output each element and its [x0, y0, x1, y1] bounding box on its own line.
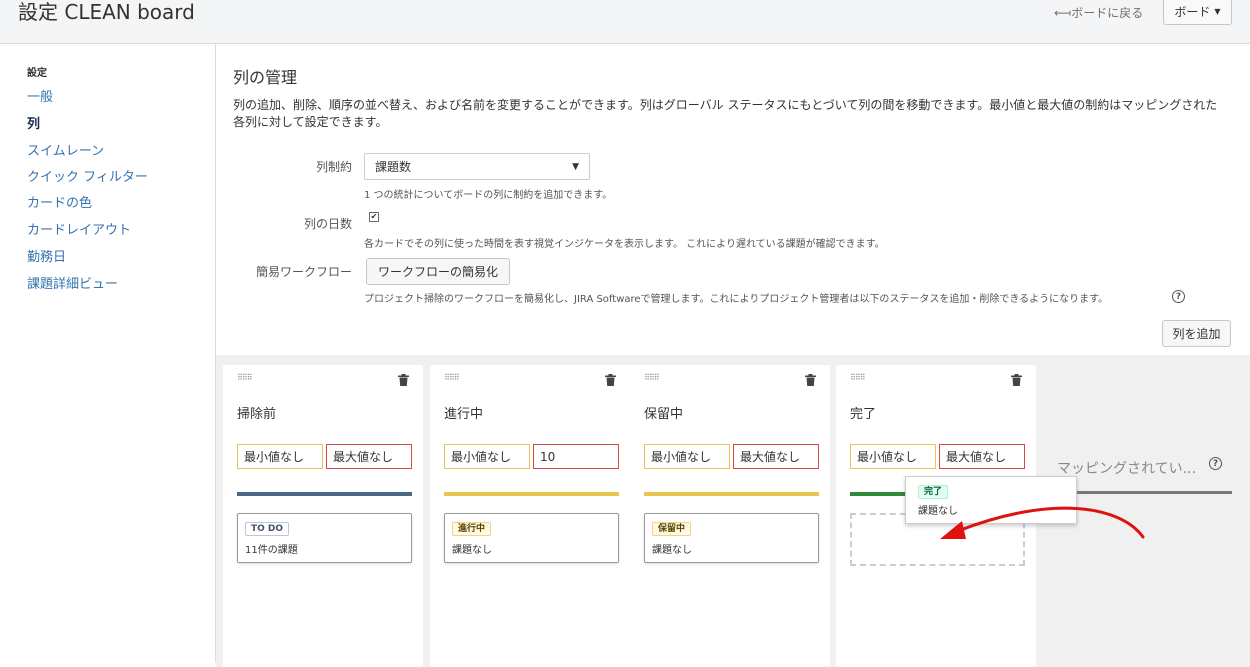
days-in-column-help: 各カードでその列に使った時間を表す視覚インジケータを表示します。 これにより遅れ…	[364, 239, 885, 250]
max-limit-input[interactable]: 最大値なし	[326, 444, 412, 469]
column-card[interactable]: ⠿⠿⠿ 進行中 最小値なし 10 進行中 課題なし	[430, 365, 630, 667]
constraint-help: 1 つの統計についてボードの列に制約を追加できます。	[364, 190, 613, 201]
simplified-workflow-help: プロジェクト掃除のワークフローを簡易化し、JIRA Softwareで管理します…	[364, 294, 1109, 305]
status-category-bar	[644, 492, 819, 496]
sidebar-item-card-colors[interactable]: カードの色	[27, 192, 92, 211]
sidebar-item-columns[interactable]: 列	[27, 113, 40, 132]
help-icon[interactable]: ?	[1209, 457, 1222, 470]
status-category-bar	[444, 492, 619, 496]
min-limit-input[interactable]: 最小値なし	[237, 444, 323, 469]
sidebar-item-swimlanes[interactable]: スイムレーン	[27, 140, 104, 159]
min-limit-input[interactable]: 最小値なし	[444, 444, 530, 469]
grip-icon[interactable]: ⠿⠿⠿	[644, 373, 660, 382]
issue-count: 課題なし	[652, 545, 692, 556]
status-card[interactable]: 保留中 課題なし	[644, 513, 819, 563]
min-limit-input[interactable]: 最小値なし	[850, 444, 936, 469]
max-limit-input[interactable]: 最大値なし	[939, 444, 1025, 469]
settings-sidebar: 設定 一般 列 スイムレーン クイック フィルター カードの色 カードレイアウト…	[0, 44, 216, 663]
sidebar-item-general[interactable]: 一般	[27, 86, 53, 105]
section-title: 列の管理	[233, 68, 298, 87]
status-lozenge: 保留中	[652, 522, 692, 536]
select-arrow-icon: ▼	[572, 161, 579, 172]
status-lozenge: TO DO	[245, 522, 290, 536]
days-in-column-label: 列の日数	[303, 217, 352, 231]
days-in-column-checkbox[interactable]: ✔	[369, 212, 379, 222]
column-name[interactable]: 掃除前	[237, 403, 276, 422]
max-limit-input[interactable]: 10	[533, 444, 619, 469]
help-icon[interactable]: ?	[1172, 290, 1185, 303]
trash-icon[interactable]	[1011, 374, 1022, 386]
column-constraint-select[interactable]: 課題数 ▼	[364, 153, 590, 180]
board-button-label: ボード	[1174, 5, 1211, 19]
min-limit-input[interactable]: 最小値なし	[644, 444, 730, 469]
grip-icon[interactable]: ⠿⠿⠿	[850, 373, 866, 382]
sidebar-item-card-layout[interactable]: カードレイアウト	[27, 219, 131, 238]
issue-count: 課題なし	[452, 545, 492, 556]
status-card[interactable]: TO DO 11件の課題	[237, 513, 412, 563]
caret-down-icon: ▼	[1214, 7, 1221, 16]
issue-count: 11件の課題	[245, 545, 298, 556]
trash-icon[interactable]	[805, 374, 816, 386]
board-menu-button[interactable]: ボード ▼	[1163, 0, 1232, 25]
back-link-label: ボードに戻る	[1071, 6, 1144, 20]
add-column-button[interactable]: 列を追加	[1162, 320, 1231, 347]
column-name[interactable]: 進行中	[444, 403, 483, 422]
sidebar-item-issue-detail-view[interactable]: 課題詳細ビュー	[27, 273, 118, 292]
top-bar: 設定 CLEAN board ⟻ボードに戻る ボード ▼	[0, 0, 1250, 44]
trash-icon[interactable]	[398, 374, 409, 386]
column-name[interactable]: 完了	[850, 403, 876, 422]
unmapped-status-bar	[1077, 491, 1232, 494]
simplify-workflow-button[interactable]: ワークフローの簡易化	[366, 258, 510, 285]
column-card[interactable]: ⠿⠿⠿ 掃除前 最小値なし 最大値なし TO DO 11件の課題	[223, 365, 423, 667]
simplified-workflow-label: 簡易ワークフロー	[255, 265, 352, 279]
section-description: 列の追加、削除、順序の並べ替え、および名前を変更することができます。列はグローバ…	[233, 98, 1218, 129]
max-limit-input[interactable]: 最大値なし	[733, 444, 819, 469]
column-card[interactable]: ⠿⠿⠿ 保留中 最小値なし 最大値なし 保留中 課題なし	[630, 365, 830, 667]
back-to-board-link[interactable]: ⟻ボードに戻る	[1054, 4, 1143, 21]
constraint-label: 列制約	[315, 160, 352, 174]
status-category-bar	[237, 492, 412, 496]
constraint-selected-value: 課題数	[375, 160, 412, 174]
status-card[interactable]: 進行中 課題なし	[444, 513, 619, 563]
column-name[interactable]: 保留中	[644, 403, 683, 422]
page-title: 設定 CLEAN board	[18, 0, 195, 24]
trash-icon[interactable]	[605, 374, 616, 386]
grip-icon[interactable]: ⠿⠿⠿	[444, 373, 460, 382]
unmapped-statuses-title: マッピングされてい...	[1057, 461, 1196, 477]
grip-icon[interactable]: ⠿⠿⠿	[237, 373, 253, 382]
sidebar-heading: 設定	[27, 68, 47, 79]
sidebar-item-working-days[interactable]: 勤務日	[27, 246, 66, 265]
status-lozenge: 進行中	[452, 522, 492, 536]
back-arrow-icon: ⟻	[1054, 6, 1072, 20]
annotation-arrow-icon	[940, 506, 1145, 539]
sidebar-item-quick-filters[interactable]: クイック フィルター	[27, 166, 148, 185]
